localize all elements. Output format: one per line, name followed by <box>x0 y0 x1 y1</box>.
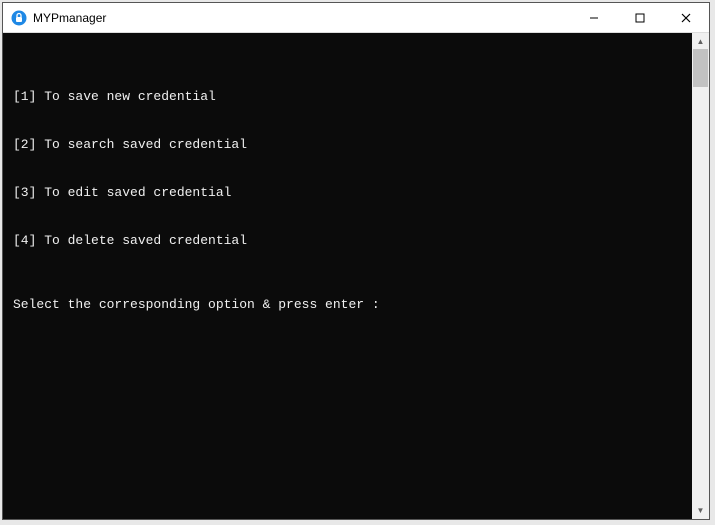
terminal-output[interactable]: [1] To save new credential [2] To search… <box>3 33 692 519</box>
menu-option-1: [1] To save new credential <box>13 89 682 105</box>
prompt-line: Select the corresponding option & press … <box>13 297 682 313</box>
scroll-up-arrow-icon[interactable]: ▲ <box>692 33 709 50</box>
client-area: [1] To save new credential [2] To search… <box>3 33 709 519</box>
close-button[interactable] <box>663 3 709 33</box>
menu-option-2: [2] To search saved credential <box>13 137 682 153</box>
menu-option-3: [3] To edit saved credential <box>13 185 682 201</box>
scroll-down-arrow-icon[interactable]: ▼ <box>692 502 709 519</box>
maximize-button[interactable] <box>617 3 663 33</box>
lock-icon <box>11 10 27 26</box>
minimize-button[interactable] <box>571 3 617 33</box>
vertical-scrollbar[interactable]: ▲ ▼ <box>692 33 709 519</box>
scrollbar-thumb[interactable] <box>693 49 708 87</box>
menu-option-4: [4] To delete saved credential <box>13 233 682 249</box>
titlebar[interactable]: MYPmanager <box>3 3 709 33</box>
window-title: MYPmanager <box>33 11 106 25</box>
app-window: MYPmanager [1] To save new credential [2… <box>2 2 710 520</box>
